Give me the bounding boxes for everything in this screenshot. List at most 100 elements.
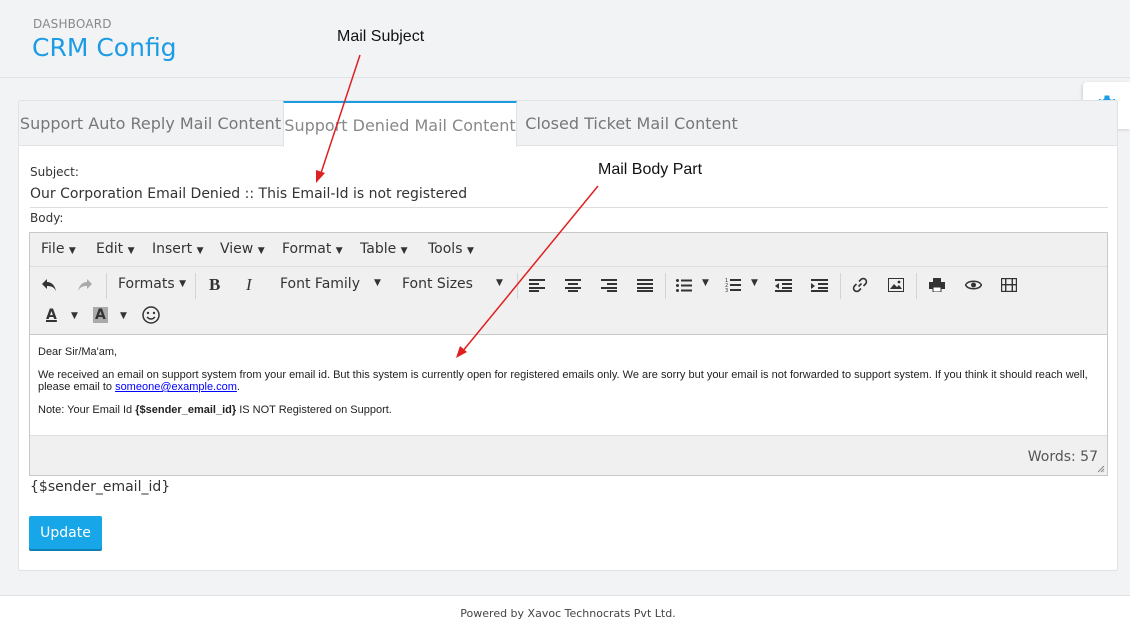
resize-handle-icon[interactable] — [1097, 465, 1105, 473]
menu-table[interactable]: Table ▼ — [360, 241, 408, 257]
menu-format[interactable]: Format ▼ — [282, 241, 343, 257]
editor-statusbar: Words: 57 — [30, 435, 1107, 475]
menu-edit-label: Edit — [96, 241, 124, 257]
font-sizes-label: Font Sizes — [402, 276, 473, 292]
tab-closed-ticket[interactable]: Closed Ticket Mail Content — [519, 101, 744, 146]
print-button[interactable] — [929, 278, 945, 292]
menu-table-label: Table — [360, 241, 397, 257]
chevron-down-icon: ▼ — [257, 246, 265, 256]
redo-icon — [78, 279, 92, 291]
chevron-down-icon: ▼ — [179, 279, 187, 289]
bullet-list-icon — [676, 279, 692, 292]
toolbar-separator — [665, 273, 666, 299]
emoticons-button[interactable] — [142, 306, 160, 324]
preview-button[interactable] — [965, 279, 982, 291]
numbered-list-icon: 123 — [725, 278, 741, 292]
chevron-down-icon: ▼ — [196, 246, 204, 256]
footer-text: Powered by Xavoc Technocrats Pvt Ltd. — [460, 607, 676, 620]
note-prefix: Note: Your Email Id — [38, 404, 133, 416]
annotation-mail-body: Mail Body Part — [598, 161, 703, 178]
insert-image-button[interactable] — [888, 278, 904, 292]
tab-support-denied[interactable]: Support Denied Mail Content — [283, 101, 517, 147]
font-family-label: Font Family — [280, 276, 360, 292]
chevron-down-icon: ▼ — [127, 246, 135, 256]
greeting-text: Dear Sir/Ma'am, — [38, 346, 118, 358]
align-right-button[interactable] — [601, 279, 617, 292]
text-color-button[interactable]: A — [46, 307, 57, 323]
menu-tools-label: Tools — [428, 241, 463, 257]
menu-format-label: Format — [282, 241, 332, 257]
menu-file[interactable]: File ▼ — [41, 241, 76, 257]
chevron-down-icon[interactable]: ▼ — [374, 278, 381, 288]
breadcrumb[interactable]: DASHBOARD — [33, 17, 112, 31]
menu-view[interactable]: View ▼ — [220, 241, 265, 257]
outdent-button[interactable] — [775, 279, 792, 292]
outdent-icon — [775, 279, 792, 292]
indent-icon — [811, 279, 828, 292]
font-family-dropdown[interactable]: Font Family — [280, 276, 360, 292]
menu-insert-label: Insert — [152, 241, 193, 257]
align-justify-icon — [637, 279, 653, 292]
insert-link-button[interactable] — [852, 277, 868, 293]
chevron-down-icon[interactable]: ▼ — [702, 278, 709, 288]
chevron-down-icon: ▼ — [466, 246, 474, 256]
numbered-list-button[interactable]: 123 — [725, 278, 741, 292]
subject-label: Subject: — [30, 165, 79, 179]
toolbar-separator — [195, 273, 196, 299]
menu-tools[interactable]: Tools ▼ — [428, 241, 474, 257]
page-header: DASHBOARD CRM Config — [0, 0, 1130, 78]
align-right-icon — [601, 279, 617, 292]
redo-button[interactable] — [76, 277, 94, 293]
chevron-down-icon[interactable]: ▼ — [751, 278, 758, 288]
menu-file-label: File — [41, 241, 65, 257]
subject-input[interactable]: Our Corporation Email Denied :: This Ema… — [30, 186, 1108, 208]
page-title: CRM Config — [32, 33, 177, 62]
editor-menubar: File ▼ Edit ▼ Insert ▼ View ▼ Format ▼ T… — [30, 233, 1107, 267]
font-sizes-dropdown[interactable]: Font Sizes — [402, 276, 473, 292]
tab-support-auto-reply[interactable]: Support Auto Reply Mail Content — [19, 101, 282, 146]
body-paragraph: We received an email on support system f… — [38, 369, 1099, 393]
background-color-button[interactable]: A — [93, 307, 108, 323]
annotation-mail-subject: Mail Subject — [337, 28, 425, 45]
chevron-down-icon[interactable]: ▼ — [71, 311, 78, 321]
email-link[interactable]: someone@example.com — [115, 381, 237, 393]
tab-bar: Support Auto Reply Mail Content Support … — [19, 101, 1117, 147]
align-justify-button[interactable] — [637, 279, 653, 292]
formats-label: Formats — [118, 276, 175, 292]
undo-button[interactable] — [40, 277, 58, 293]
menu-insert[interactable]: Insert ▼ — [152, 241, 204, 257]
note-variable: {$sender_email_id} — [135, 404, 237, 416]
formats-dropdown[interactable]: Formats ▼ — [118, 276, 186, 292]
image-icon — [888, 278, 904, 292]
editor-content-area[interactable]: Dear Sir/Ma'am, We received an email on … — [30, 335, 1107, 435]
chevron-down-icon: ▼ — [335, 246, 343, 256]
align-left-icon — [529, 279, 545, 292]
align-center-button[interactable] — [565, 279, 581, 292]
bold-button[interactable]: B — [209, 275, 220, 295]
italic-button[interactable]: I — [246, 275, 252, 295]
chevron-down-icon: ▼ — [400, 246, 408, 256]
mail-config-card: Support Auto Reply Mail Content Support … — [18, 100, 1118, 571]
editor-toolbar: Formats ▼ B I Font Family ▼ Font Sizes ▼ — [30, 267, 1107, 335]
update-button[interactable]: Update — [29, 516, 102, 549]
media-button[interactable] — [1001, 278, 1017, 292]
chevron-down-icon: ▼ — [68, 246, 76, 256]
variable-hint: {$sender_email_id} — [30, 479, 171, 495]
note-paragraph: Note: Your Email Id {$sender_email_id} I… — [38, 404, 1099, 416]
undo-icon — [42, 279, 56, 291]
page-footer: Powered by Xavoc Technocrats Pvt Ltd. — [0, 595, 1130, 631]
rich-text-editor: File ▼ Edit ▼ Insert ▼ View ▼ Format ▼ T… — [29, 232, 1108, 476]
toolbar-separator — [916, 273, 917, 299]
indent-button[interactable] — [811, 279, 828, 292]
chevron-down-icon[interactable]: ▼ — [496, 278, 503, 288]
menu-edit[interactable]: Edit ▼ — [96, 241, 135, 257]
chevron-down-icon[interactable]: ▼ — [120, 311, 127, 321]
menu-view-label: View — [220, 241, 254, 257]
align-center-icon — [565, 279, 581, 292]
bullet-list-button[interactable] — [676, 279, 692, 292]
print-icon — [929, 278, 945, 292]
toolbar-separator — [517, 273, 518, 299]
body-paragraph-end: . — [236, 381, 240, 393]
word-count: Words: 57 — [1027, 449, 1098, 465]
align-left-button[interactable] — [529, 279, 545, 292]
